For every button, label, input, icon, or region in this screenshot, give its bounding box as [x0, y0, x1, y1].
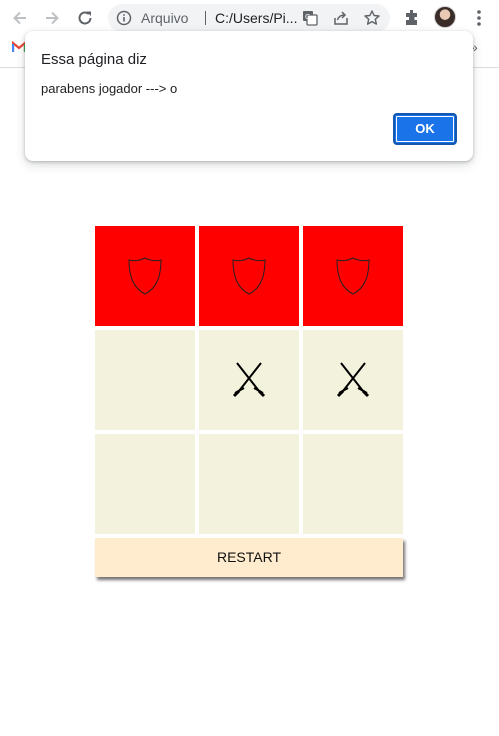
security-label: Arquivo: [141, 10, 189, 26]
info-icon[interactable]: [116, 10, 132, 26]
omnibox-separator: [205, 11, 206, 25]
shield-icon: [128, 257, 162, 295]
address-bar[interactable]: Arquivo C:/Users/Pi... G: [108, 4, 390, 32]
svg-text:G: G: [305, 13, 310, 21]
dialog-message: parabens jogador ---> o: [41, 81, 178, 96]
reload-icon: [78, 11, 92, 25]
board-cell[interactable]: [303, 330, 403, 430]
back-button[interactable]: [8, 6, 32, 30]
crossed-swords-icon: [232, 362, 266, 398]
ok-button[interactable]: OK: [393, 113, 457, 145]
shield-icon: [336, 257, 370, 295]
extensions-icon[interactable]: [401, 7, 423, 29]
bookmark-star-icon[interactable]: [363, 9, 381, 27]
share-icon[interactable]: [332, 9, 350, 27]
crossed-swords-icon: [336, 362, 370, 398]
avatar[interactable]: [434, 6, 456, 28]
board-cell[interactable]: [303, 434, 403, 534]
dialog-title: Essa página diz: [41, 51, 147, 68]
translate-icon[interactable]: G: [301, 9, 319, 27]
kebab-menu-icon[interactable]: [471, 7, 487, 29]
board-cell[interactable]: [95, 330, 195, 430]
restart-button[interactable]: RESTART: [95, 538, 403, 577]
forward-button[interactable]: [40, 6, 64, 30]
board-cell[interactable]: [199, 226, 299, 326]
board-cell[interactable]: [303, 226, 403, 326]
gmail-icon[interactable]: [12, 41, 26, 53]
forward-arrow-icon: [46, 11, 59, 25]
game-board: [95, 226, 403, 534]
alert-dialog: Essa página diz parabens jogador ---> o …: [25, 31, 473, 161]
board-cell[interactable]: [95, 226, 195, 326]
shield-icon: [232, 257, 266, 295]
board-cell[interactable]: [95, 434, 195, 534]
url-text[interactable]: C:/Users/Pi...: [215, 10, 297, 26]
reload-button[interactable]: [73, 6, 97, 30]
board-cell[interactable]: [199, 434, 299, 534]
back-arrow-icon: [13, 11, 26, 25]
board-cell[interactable]: [199, 330, 299, 430]
